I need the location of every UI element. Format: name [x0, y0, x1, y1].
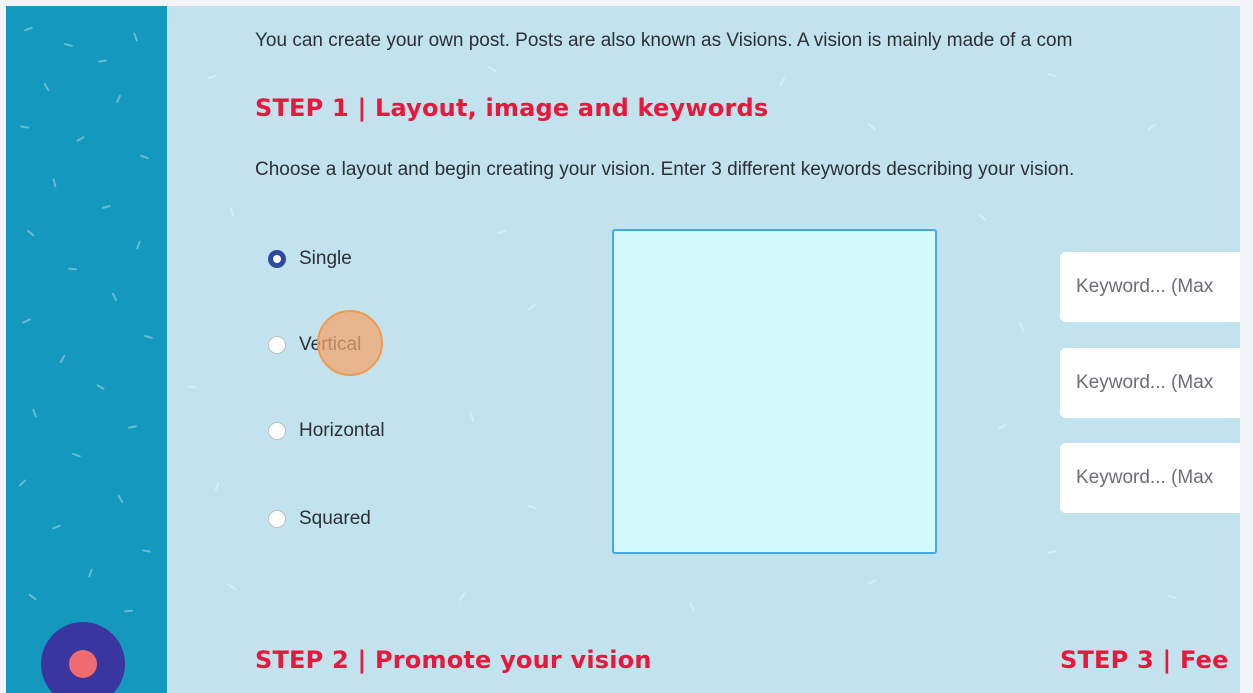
page-frame: You can create your own post. Posts are …: [6, 6, 1240, 693]
step2-title: STEP 2 | Promote your vision: [255, 646, 652, 674]
step1-title: STEP 1 | Layout, image and keywords: [255, 94, 769, 122]
floating-action-button[interactable]: [41, 622, 125, 693]
keyword-input-3[interactable]: [1060, 443, 1240, 513]
radio-checked-icon[interactable]: [268, 250, 286, 268]
layout-option-vertical[interactable]: Vertical: [268, 334, 361, 356]
intro-text: You can create your own post. Posts are …: [255, 30, 1073, 51]
layout-option-label: Single: [299, 248, 352, 269]
vision-image-dropzone[interactable]: [612, 229, 937, 554]
main-content: You can create your own post. Posts are …: [167, 6, 1240, 693]
layout-option-squared[interactable]: Squared: [268, 508, 371, 530]
keyword-input-2[interactable]: [1060, 348, 1240, 418]
layout-option-label: Squared: [299, 508, 371, 529]
record-dot-icon: [69, 650, 97, 678]
layout-option-label: Vertical: [299, 334, 362, 355]
sidebar: [6, 6, 167, 693]
radio-unchecked-icon[interactable]: [268, 422, 286, 440]
layout-option-horizontal[interactable]: Horizontal: [268, 420, 385, 442]
radio-unchecked-icon[interactable]: [268, 336, 286, 354]
layout-option-label: Horizontal: [299, 420, 385, 441]
step3-title: STEP 3 | Fee: [1060, 646, 1229, 674]
keyword-input-1[interactable]: [1060, 252, 1240, 322]
layout-option-single[interactable]: Single: [268, 248, 352, 270]
radio-unchecked-icon[interactable]: [268, 510, 286, 528]
step1-instruction: Choose a layout and begin creating your …: [255, 159, 1075, 180]
